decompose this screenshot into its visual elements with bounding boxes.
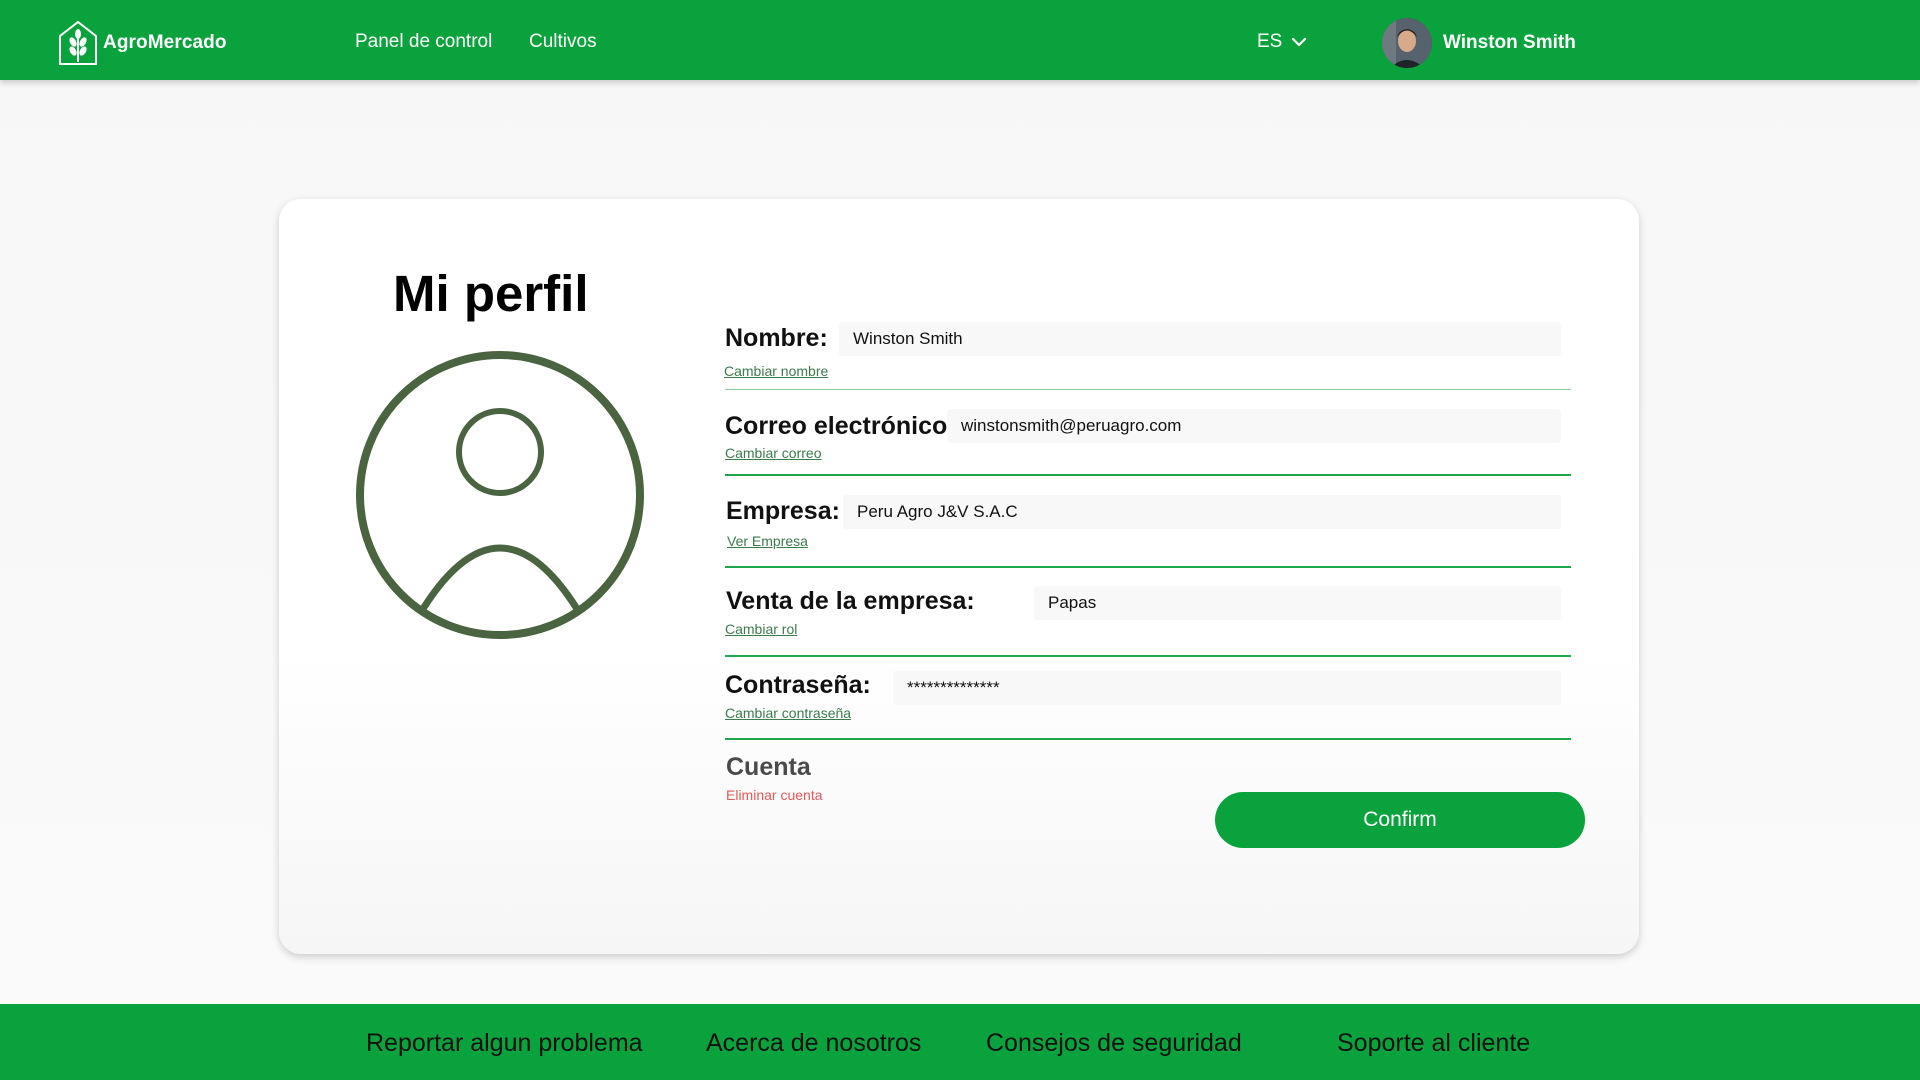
brand-name: AgroMercado xyxy=(103,32,227,53)
company-label: Empresa: xyxy=(726,497,840,525)
user-profile-icon[interactable] xyxy=(354,349,646,641)
page-title: Mi perfil xyxy=(393,265,589,322)
name-field[interactable]: Winston Smith xyxy=(839,322,1561,356)
company-field[interactable]: Peru Agro J&V S.A.C xyxy=(843,495,1561,529)
password-label: Contraseña: xyxy=(725,671,871,699)
delete-account-link[interactable]: Eliminar cuenta xyxy=(726,787,823,803)
change-email-link[interactable]: Cambiar correo xyxy=(725,445,821,461)
brand-logo-link[interactable]: AgroMercado xyxy=(58,20,227,66)
chevron-down-icon xyxy=(1292,37,1307,47)
footer-link-report-problem[interactable]: Reportar algun problema xyxy=(366,1029,643,1058)
divider xyxy=(725,566,1571,568)
email-label: Correo electrónico: xyxy=(725,412,956,440)
top-navbar: AgroMercado Panel de control Cultivos ES… xyxy=(0,0,1920,80)
account-section-title: Cuenta xyxy=(726,753,811,781)
sales-label: Venta de la empresa: xyxy=(726,587,975,615)
user-avatar xyxy=(1382,18,1432,68)
nav-link-panel-de-control[interactable]: Panel de control xyxy=(355,31,492,53)
footer xyxy=(0,1004,1920,1080)
sales-field[interactable]: Papas xyxy=(1034,586,1561,620)
password-field[interactable]: ************** xyxy=(893,671,1561,705)
footer-link-safety-tips[interactable]: Consejos de seguridad xyxy=(986,1029,1242,1058)
footer-link-customer-support[interactable]: Soporte al cliente xyxy=(1337,1029,1530,1058)
wheat-house-logo-icon xyxy=(59,20,97,65)
divider xyxy=(725,655,1571,657)
nav-link-cultivos[interactable]: Cultivos xyxy=(529,31,597,53)
user-name: Winston Smith xyxy=(1443,32,1576,53)
change-role-link[interactable]: Cambiar rol xyxy=(725,621,797,637)
language-selector[interactable]: ES xyxy=(1257,31,1307,53)
view-company-link[interactable]: Ver Empresa xyxy=(727,533,808,549)
change-password-link[interactable]: Cambiar contraseña xyxy=(725,705,851,721)
email-field[interactable]: winstonsmith@peruagro.com xyxy=(947,409,1561,443)
confirm-button[interactable]: Confirm xyxy=(1215,792,1585,848)
divider xyxy=(725,474,1571,476)
language-code: ES xyxy=(1257,31,1283,52)
footer-link-about-us[interactable]: Acerca de nosotros xyxy=(706,1029,921,1058)
user-menu[interactable]: Winston Smith xyxy=(1382,18,1576,68)
name-label: Nombre: xyxy=(725,324,828,352)
divider xyxy=(725,389,1571,390)
change-name-link[interactable]: Cambiar nombre xyxy=(724,363,828,379)
divider xyxy=(725,738,1571,740)
